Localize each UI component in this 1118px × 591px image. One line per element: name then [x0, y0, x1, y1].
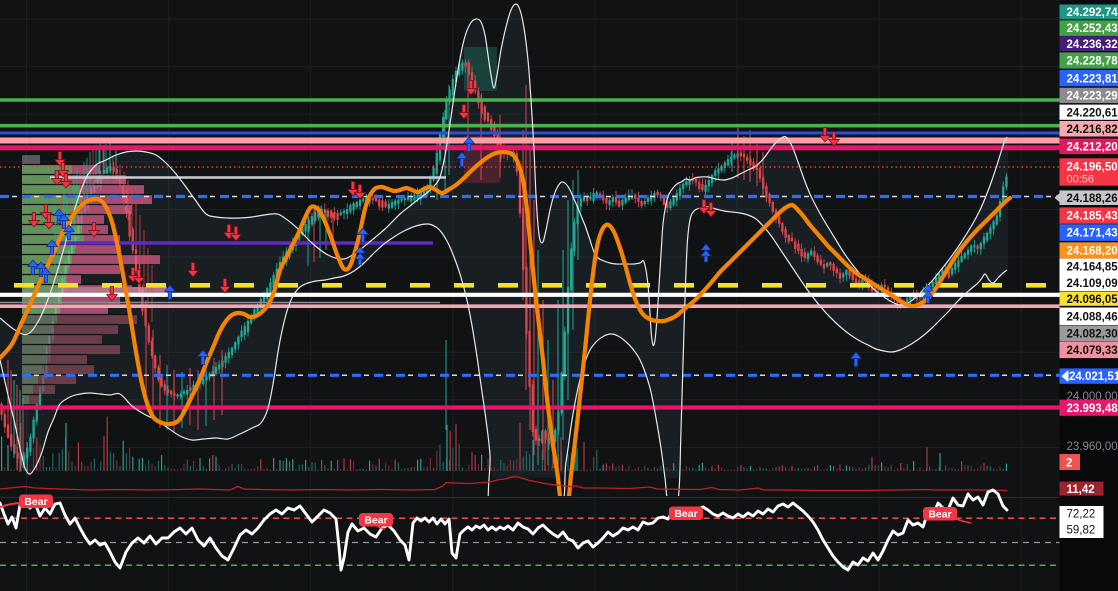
svg-text:24.082,30: 24.082,30 [1067, 328, 1118, 340]
svg-text:24.196,50: 24.196,50 [1067, 162, 1118, 174]
svg-text:23.993,48: 23.993,48 [1067, 403, 1118, 415]
svg-text:24.228,78: 24.228,78 [1067, 56, 1118, 68]
svg-text:72,22: 72,22 [1067, 509, 1096, 521]
svg-text:24.021,51: 24.021,51 [1069, 371, 1118, 383]
svg-text:24.171,43: 24.171,43 [1067, 228, 1118, 240]
svg-text:Bear: Bear [24, 496, 47, 508]
svg-text:Bear: Bear [928, 509, 951, 521]
svg-text:Bear: Bear [364, 515, 387, 527]
svg-text:2: 2 [1066, 457, 1072, 469]
svg-text:59,82: 59,82 [1067, 525, 1096, 537]
svg-text:24.188,26: 24.188,26 [1067, 193, 1118, 205]
svg-text:24.223,81: 24.223,81 [1067, 73, 1118, 85]
svg-text:24.216,82: 24.216,82 [1067, 124, 1118, 136]
svg-text:24.109,09: 24.109,09 [1067, 278, 1118, 290]
svg-text:24.079,33: 24.079,33 [1067, 345, 1118, 357]
svg-text:00:56: 00:56 [1067, 174, 1095, 186]
svg-text:24.088,46: 24.088,46 [1067, 311, 1118, 323]
svg-text:24.220,61: 24.220,61 [1067, 107, 1118, 119]
svg-text:11,42: 11,42 [1067, 484, 1095, 496]
svg-text:24.292,74: 24.292,74 [1067, 7, 1118, 19]
svg-text:24.223,29: 24.223,29 [1067, 91, 1118, 103]
svg-text:24.185,43: 24.185,43 [1067, 211, 1118, 223]
svg-text:23.960,00: 23.960,00 [1067, 441, 1118, 453]
svg-text:24.168,20: 24.168,20 [1067, 246, 1118, 258]
svg-text:Bear: Bear [674, 508, 697, 520]
svg-text:24.212,20: 24.212,20 [1067, 141, 1118, 153]
svg-text:24.236,32: 24.236,32 [1067, 39, 1118, 51]
svg-text:24.096,05: 24.096,05 [1067, 294, 1118, 306]
svg-text:24.164,85: 24.164,85 [1067, 262, 1118, 274]
svg-text:24.252,43: 24.252,43 [1067, 23, 1118, 35]
